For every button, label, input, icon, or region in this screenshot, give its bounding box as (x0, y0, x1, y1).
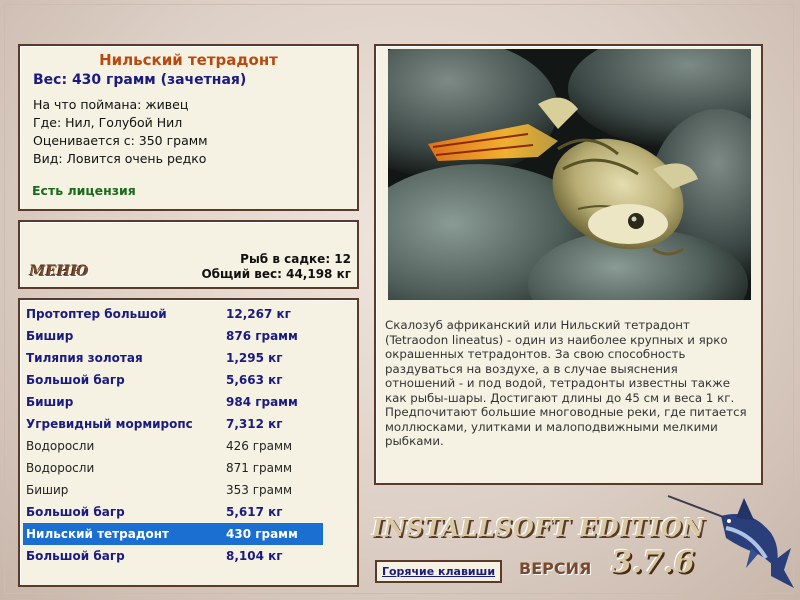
fish-row-weight: 5,663 кг (226, 373, 283, 387)
fish-row-weight: 871 грамм (226, 461, 293, 475)
fish-row-weight: 984 грамм (226, 395, 298, 409)
fish-photo (388, 49, 751, 300)
fish-row-weight: 426 грамм (226, 439, 293, 453)
fish-row-name: Бишир (26, 329, 74, 343)
rarity-line: Вид: Ловится очень редко (33, 151, 207, 166)
fish-row-name: Нильский тетрадонт (23, 523, 223, 545)
catch-info-panel: Нильский тетрадонт Вес: 430 грамм (зачет… (18, 44, 359, 211)
fish-row-name: Водоросли (26, 439, 95, 453)
valuation-line: Оценивается с: 350 грамм (33, 133, 208, 148)
fish-weight: Вес: 430 грамм (зачетная) (33, 72, 247, 88)
fish-row-name: Водоросли (26, 461, 95, 475)
fish-row-weight: 353 грамм (226, 483, 293, 497)
fish-row[interactable]: Угревидный мормиропс 7,312 кг (23, 413, 323, 435)
fish-row-weight: 5,617 кг (226, 505, 283, 519)
fish-row-selected[interactable]: Нильский тетрадонт 430 грамм (23, 523, 323, 545)
fish-row-weight: 8,104 кг (226, 549, 283, 563)
cage-stats: Рыб в садке: 12 Общий вес: 44,198 кг (201, 252, 351, 282)
fish-row-weight: 7,312 кг (226, 417, 283, 431)
fish-row[interactable]: Бишир 876 грамм (23, 325, 323, 347)
fish-row-weight: 876 грамм (226, 329, 298, 343)
pufferfish-image (388, 49, 751, 300)
fish-row-name: Большой багр (26, 549, 125, 563)
fish-row-name: Протоптер большой (26, 307, 167, 321)
fish-row-name: Бишир (26, 395, 74, 409)
fish-row[interactable]: Тиляпия золотая 1,295 кг (23, 347, 323, 369)
version-label: ВЕРСИЯ (519, 559, 592, 578)
description-panel: Скалозуб африканский или Нильский тетрад… (374, 44, 763, 485)
license-status: Есть лицензия (32, 183, 136, 198)
bait-line: На что поймана: живец (33, 97, 189, 112)
fish-row[interactable]: Бишир 984 грамм (23, 391, 323, 413)
fish-row[interactable]: Водоросли 871 грамм (23, 457, 323, 479)
fish-title: Нильский тетрадонт (99, 51, 278, 69)
cage-summary-panel: МЕНЮ Рыб в садке: 12 Общий вес: 44,198 к… (18, 220, 359, 289)
fish-row[interactable]: Протоптер большой 12,267 кг (23, 303, 323, 325)
fish-row-weight: 12,267 кг (226, 307, 291, 321)
fish-row-name: Большой багр (26, 505, 125, 519)
fish-row-weight: 1,295 кг (226, 351, 283, 365)
marlin-icon (667, 495, 794, 588)
fish-count: Рыб в садке: 12 (240, 252, 351, 266)
fish-row[interactable]: Бишир 353 грамм (23, 479, 323, 501)
fish-row-weight: 430 грамм (223, 523, 323, 545)
fish-row-name: Большой багр (26, 373, 125, 387)
fish-row[interactable]: Большой багр 8,104 кг (23, 545, 323, 567)
fish-row-name: Тиляпия золотая (26, 351, 143, 365)
fish-list-table: Протоптер большой 12,267 кг Бишир 876 грамм… (23, 303, 323, 567)
location-line: Где: Нил, Голубой Нил (33, 115, 183, 130)
marlin-logo (666, 488, 796, 597)
fish-row[interactable]: Водоросли 426 грамм (23, 435, 323, 457)
hotkeys-link[interactable]: Горячие клавиши (375, 560, 502, 583)
fish-description: Скалозуб африканский или Нильский тетрад… (385, 318, 747, 448)
fish-list-panel: Протоптер большой 12,267 кг Бишир 876 грамм… (18, 298, 359, 587)
total-weight: Общий вес: 44,198 кг (201, 267, 351, 281)
fish-row[interactable]: Большой багр 5,617 кг (23, 501, 323, 523)
menu-button[interactable]: МЕНЮ (30, 264, 89, 280)
fish-row[interactable]: Большой багр 5,663 кг (23, 369, 323, 391)
fish-row-name: Угревидный мормиропс (26, 417, 193, 431)
fish-row-name: Бишир (26, 483, 69, 497)
edition-logo: INSTALLSOFT EDITION (372, 513, 705, 542)
